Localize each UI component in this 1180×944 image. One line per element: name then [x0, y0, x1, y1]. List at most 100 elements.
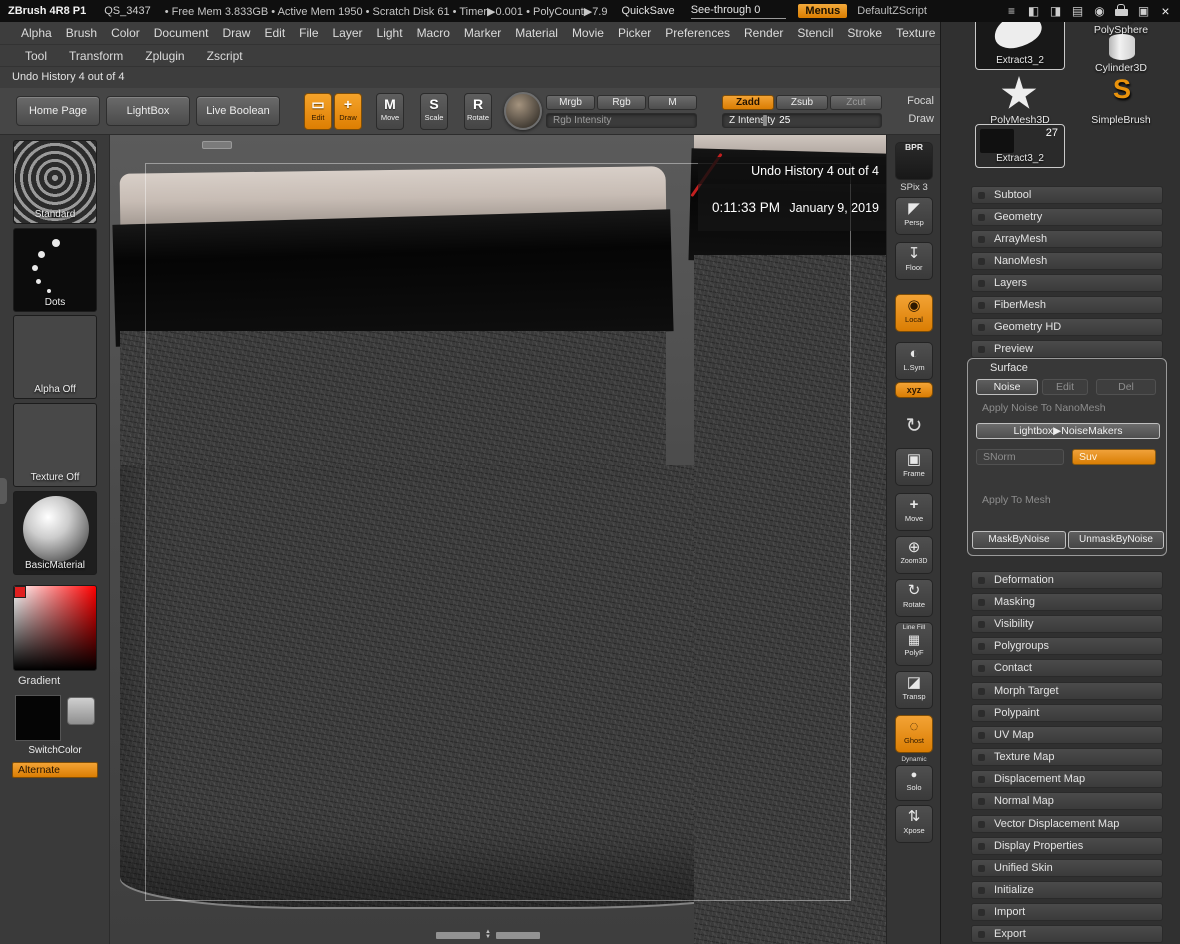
menu-item[interactable]: Picker — [611, 26, 658, 40]
menu-item[interactable]: Color — [104, 26, 147, 40]
mrgb-button[interactable]: Mrgb — [546, 95, 595, 110]
tool-section[interactable]: Geometry HD — [971, 318, 1163, 336]
canvas-slider-handle[interactable] — [202, 141, 232, 149]
color-picker[interactable] — [13, 585, 97, 671]
zadd-button[interactable]: Zadd — [722, 95, 774, 110]
tool-section[interactable]: Morph Target — [971, 682, 1163, 700]
noise-del-button[interactable]: Del — [1096, 379, 1156, 395]
zoom3d-button[interactable]: ⊕ Zoom3D — [895, 536, 933, 574]
gradient-toggle[interactable]: Gradient — [18, 675, 60, 687]
move-canvas-button[interactable]: + Move — [895, 493, 933, 531]
m-button[interactable]: M — [648, 95, 697, 110]
menu-item[interactable]: Preferences — [658, 26, 737, 40]
tool-section[interactable]: Initialize — [971, 881, 1163, 899]
menu-item[interactable]: Tool — [14, 49, 58, 63]
zcut-button[interactable]: Zcut — [830, 95, 882, 110]
cylinder3d-label[interactable]: Cylinder3D — [1081, 62, 1161, 74]
menu-item[interactable]: Movie — [565, 26, 611, 40]
lsym-button[interactable]: ◐ L.Sym — [895, 342, 933, 380]
suv-button[interactable]: Suv — [1072, 449, 1156, 465]
tool-section[interactable]: Subtool — [971, 186, 1163, 204]
tool-section[interactable]: Vector Displacement Map — [971, 815, 1163, 833]
surface-section-header[interactable]: Surface — [990, 362, 1028, 374]
spix-slider[interactable]: SPix 3 — [895, 182, 933, 193]
rotate-canvas-button[interactable]: ↻ Rotate — [895, 579, 933, 617]
frame-button[interactable]: ▣ Frame — [895, 448, 933, 486]
z-intensity-slider[interactable]: Z Intensity25 — [722, 113, 882, 128]
document-icon[interactable]: ▤ — [1071, 4, 1084, 18]
polymesh3d-icon[interactable] — [1001, 76, 1037, 112]
snorm-slider[interactable]: SNorm — [976, 449, 1064, 465]
extract-tool-thumbnail[interactable]: 27 Extract3_2 — [975, 124, 1065, 168]
draw-size-label[interactable]: Draw — [886, 113, 934, 125]
menu-item[interactable]: Texture — [889, 26, 942, 40]
menu-item[interactable]: Render — [737, 26, 790, 40]
main-color-swatch[interactable] — [15, 695, 61, 741]
xyz-button[interactable]: xyz — [895, 382, 933, 398]
tool-section[interactable]: Polypaint — [971, 704, 1163, 722]
rgb-button[interactable]: Rgb — [597, 95, 646, 110]
scroll-down-icon[interactable]: ▼ — [485, 935, 491, 940]
canvas-scrollbar[interactable]: ▲ ▼ — [436, 930, 540, 940]
sculpt-canvas[interactable]: Undo History 4 out of 4 0:11:33 PM Janua… — [110, 135, 886, 944]
alternate-button[interactable]: Alternate — [12, 762, 98, 778]
noise-edit-button[interactable]: Edit — [1042, 379, 1088, 395]
menu-item[interactable]: Material — [508, 26, 565, 40]
alpha-selector[interactable]: Alpha Off — [13, 315, 97, 399]
polyframe-button[interactable]: Line Fill ▦ PolyF — [895, 622, 933, 666]
lightbox-button[interactable]: LightBox — [106, 96, 190, 126]
lightbox-noisemakers-button[interactable]: Lightbox▶NoiseMakers — [976, 423, 1160, 439]
quicksave-button[interactable]: QuickSave — [621, 5, 674, 17]
move-mode-button[interactable]: M Move — [376, 93, 404, 130]
transp-button[interactable]: ◪ Transp — [895, 671, 933, 709]
menus-toggle-button[interactable]: Menus — [798, 4, 847, 18]
rotate-mode-button[interactable]: R Rotate — [464, 93, 492, 130]
live-boolean-button[interactable]: Live Boolean — [196, 96, 280, 126]
local-button[interactable]: ◉ Local — [895, 294, 933, 332]
menu-item[interactable]: File — [292, 26, 325, 40]
tool-section[interactable]: UV Map — [971, 726, 1163, 744]
zsub-button[interactable]: Zsub — [776, 95, 828, 110]
menu-item[interactable]: Zscript — [196, 49, 254, 63]
tool-section[interactable]: Displacement Map — [971, 770, 1163, 788]
tool-section[interactable]: Deformation — [971, 571, 1163, 589]
xpose-button[interactable]: ⇅ Xpose — [895, 805, 933, 843]
record-icon[interactable]: ◉ — [1093, 4, 1106, 18]
unmask-by-noise-button[interactable]: UnmaskByNoise — [1068, 531, 1164, 549]
see-through-slider[interactable]: See-through 0 — [691, 4, 787, 19]
tool-section[interactable]: Visibility — [971, 615, 1163, 633]
menu-item[interactable]: Marker — [457, 26, 508, 40]
simplebrush-label[interactable]: SimpleBrush — [1081, 114, 1161, 126]
restore-window-icon[interactable]: ▣ — [1137, 4, 1150, 18]
tool-section[interactable]: Layers — [971, 274, 1163, 292]
tool-section[interactable]: Import — [971, 903, 1163, 921]
tool-section[interactable]: Contact — [971, 659, 1163, 677]
menu-item[interactable]: Layer — [326, 26, 370, 40]
texture-selector[interactable]: Texture Off — [13, 403, 97, 487]
cylinder3d-icon[interactable] — [1109, 34, 1135, 60]
floor-button[interactable]: ↧ Floor — [895, 242, 933, 280]
menu-item[interactable]: Draw — [215, 26, 257, 40]
scrollbar-left-bar[interactable] — [436, 932, 480, 939]
customize-sliders-icon[interactable]: ≡ — [1005, 4, 1018, 18]
tool-section[interactable]: FiberMesh — [971, 296, 1163, 314]
active-tool-thumbnail[interactable]: Extract3_2 — [975, 22, 1065, 70]
switch-color-label[interactable]: SwitchColor — [13, 745, 97, 756]
apply-noise-nanomesh-button[interactable]: Apply Noise To NanoMesh — [976, 401, 1160, 417]
solo-button[interactable]: ● Solo — [895, 765, 933, 801]
close-icon[interactable]: × — [1159, 3, 1172, 19]
menu-item[interactable]: Alpha — [14, 26, 59, 40]
tool-section[interactable]: Geometry — [971, 208, 1163, 226]
menu-item[interactable]: Transform — [58, 49, 134, 63]
scrollbar-arrows[interactable]: ▲ ▼ — [485, 930, 491, 940]
z-intensity-knob[interactable] — [763, 115, 767, 126]
current-material-swatch[interactable] — [504, 92, 542, 130]
focal-shift-label[interactable]: Focal — [886, 95, 934, 107]
mask-by-noise-button[interactable]: MaskByNoise — [972, 531, 1066, 549]
menu-item[interactable]: Stencil — [790, 26, 840, 40]
menu-item[interactable]: Stroke — [840, 26, 889, 40]
material-selector[interactable]: BasicMaterial — [13, 491, 97, 575]
tool-section[interactable]: NanoMesh — [971, 252, 1163, 270]
menu-item[interactable]: Brush — [59, 26, 104, 40]
scale-mode-button[interactable]: S Scale — [420, 93, 448, 130]
